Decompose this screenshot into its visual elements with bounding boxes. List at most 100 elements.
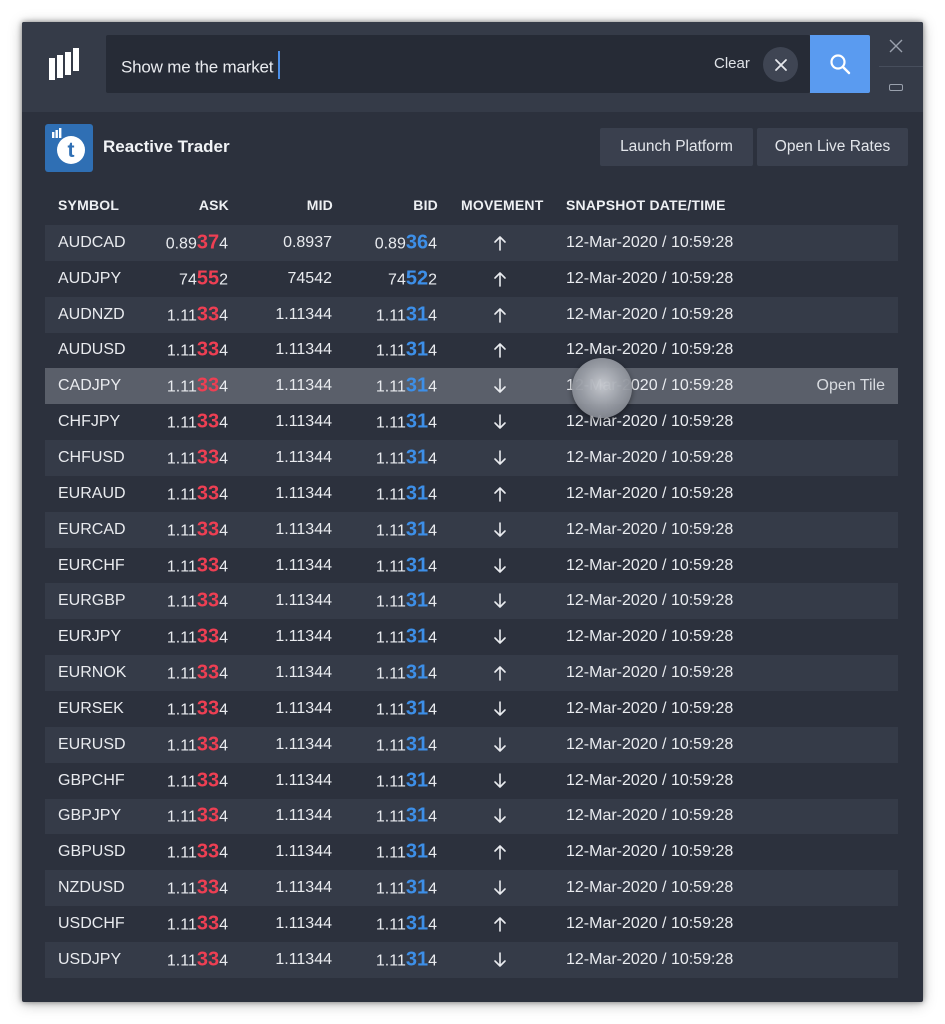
bid-big-figure: 1.11 xyxy=(375,558,406,576)
bid-big-figure: 1.11 xyxy=(375,916,406,934)
ask-fractional: 4 xyxy=(219,450,228,468)
arrow-up-icon xyxy=(494,236,506,251)
arrow-down-icon xyxy=(494,414,506,429)
bid-pips: 31 xyxy=(405,482,429,505)
clear-button[interactable] xyxy=(763,47,798,82)
bid-pips: 31 xyxy=(405,303,429,326)
bid-cell: 1.11314 xyxy=(376,912,437,935)
top-bar: Show me the market Clear xyxy=(22,22,923,112)
ask-pips: 33 xyxy=(196,374,220,397)
table-row[interactable]: GBPUSD 1.11334 1.11344 1.11314 12-Mar-2020 /… xyxy=(45,834,898,871)
ask-big-figure: 1.11 xyxy=(166,880,197,898)
table-row[interactable]: AUDCAD 0.89374 0.8937 0.89364 12-Mar-2020 / … xyxy=(45,225,898,261)
search-input[interactable]: Show me the market xyxy=(121,51,281,82)
search-box[interactable]: Show me the market Clear xyxy=(106,35,810,93)
bid-big-figure: 1.11 xyxy=(375,773,406,791)
ask-cell: 1.11334 xyxy=(167,339,228,362)
ask-big-figure: 1.11 xyxy=(166,307,197,325)
bid-fractional: 4 xyxy=(428,235,437,253)
ask-pips: 33 xyxy=(196,769,220,792)
table-row[interactable]: AUDJPY 74552 74542 74522 12-Mar-2020 / 10:59… xyxy=(45,260,898,297)
bid-big-figure: 1.11 xyxy=(375,844,406,862)
bid-fractional: 4 xyxy=(428,701,437,719)
table-row[interactable]: EURNOK 1.11334 1.11344 1.11314 12-Mar-2020 /… xyxy=(45,655,898,691)
clear-label[interactable]: Clear xyxy=(714,55,750,72)
launch-platform-button[interactable]: Launch Platform xyxy=(600,128,753,166)
symbol-cell: EURCAD xyxy=(58,520,126,538)
touch-indicator xyxy=(572,358,632,418)
ask-fractional: 4 xyxy=(219,235,228,253)
snapshot-datetime-cell: 12-Mar-2020 / 10:59:28 xyxy=(566,305,734,323)
table-row[interactable]: CADJPY 1.11334 1.11344 1.11314 12-Mar-2020 /… xyxy=(45,368,898,405)
bid-cell: 1.11314 xyxy=(376,948,437,971)
snapshot-datetime-cell: 12-Mar-2020 / 10:59:28 xyxy=(566,628,734,646)
arrow-down-icon xyxy=(494,450,506,465)
bid-pips: 31 xyxy=(405,912,429,935)
ask-cell: 1.11334 xyxy=(167,877,228,900)
table-row[interactable]: EURSEK 1.11334 1.11344 1.11314 12-Mar-2020 /… xyxy=(45,690,898,727)
ask-cell: 1.11334 xyxy=(167,375,228,398)
svg-text:t: t xyxy=(68,139,75,162)
table-row[interactable]: EURUSD 1.11334 1.11344 1.11314 12-Mar-2020 /… xyxy=(45,726,898,763)
bid-cell: 1.11314 xyxy=(376,662,437,685)
ask-cell: 1.11334 xyxy=(167,662,228,685)
table-row[interactable]: CHFJPY 1.11334 1.11344 1.11314 12-Mar-2020 /… xyxy=(45,404,898,441)
mid-cell: 1.11344 xyxy=(275,807,332,825)
ask-pips: 33 xyxy=(196,948,220,971)
table-row[interactable]: EURCHF 1.11334 1.11344 1.11314 12-Mar-2020 /… xyxy=(45,547,898,584)
ask-big-figure: 1.11 xyxy=(166,844,197,862)
table-row[interactable]: CHFUSD 1.11334 1.11344 1.11314 12-Mar-2020 /… xyxy=(45,440,898,476)
launcher-window: Show me the market Clear t Reactive Trad… xyxy=(22,22,923,1002)
ask-pips: 33 xyxy=(196,446,220,469)
arrow-down-icon xyxy=(494,593,506,609)
table-row[interactable]: USDCHF 1.11334 1.11344 1.11314 12-Mar-2020 /… xyxy=(45,906,898,942)
arrow-up-icon xyxy=(494,917,506,932)
ask-big-figure: 1.11 xyxy=(166,952,197,970)
mid-cell: 1.11344 xyxy=(275,735,332,753)
bid-big-figure: 1.11 xyxy=(375,593,406,611)
bid-pips: 52 xyxy=(405,267,429,290)
ask-big-figure: 1.11 xyxy=(166,558,197,576)
bid-cell: 0.89364 xyxy=(375,231,437,254)
bid-pips: 31 xyxy=(405,446,429,469)
bid-cell: 1.11314 xyxy=(376,303,437,326)
table-row[interactable]: USDJPY 1.11334 1.11344 1.11314 12-Mar-2020 /… xyxy=(45,941,898,978)
table-row[interactable]: NZDUSD 1.11334 1.11344 1.11314 12-Mar-2020 /… xyxy=(45,870,898,907)
bid-big-figure: 0.89 xyxy=(374,235,406,253)
bid-fractional: 4 xyxy=(428,844,437,862)
snapshot-datetime-cell: 12-Mar-2020 / 10:59:28 xyxy=(566,448,734,466)
ask-cell: 1.11334 xyxy=(167,912,228,935)
app-logo-icon[interactable] xyxy=(48,47,82,81)
search-button[interactable] xyxy=(810,35,870,93)
bid-cell: 1.11314 xyxy=(376,733,437,756)
bid-cell: 1.11314 xyxy=(376,518,437,541)
table-row[interactable]: GBPCHF 1.11334 1.11344 1.11314 12-Mar-2020 /… xyxy=(45,762,898,799)
snapshot-datetime-cell: 12-Mar-2020 / 10:59:28 xyxy=(566,233,734,251)
open-live-rates-button[interactable]: Open Live Rates xyxy=(757,128,908,166)
open-tile-button[interactable]: Open Tile xyxy=(817,377,885,395)
bid-pips: 31 xyxy=(405,661,429,684)
column-header-ask: ASK xyxy=(198,197,229,213)
table-row[interactable]: EURCAD 1.11334 1.11344 1.11314 12-Mar-2020 /… xyxy=(45,511,898,548)
ask-cell: 1.11334 xyxy=(167,805,228,828)
table-row[interactable]: AUDNZD 1.11334 1.11344 1.11314 12-Mar-2020 /… xyxy=(45,296,898,333)
reactive-trader-icon[interactable]: t xyxy=(45,124,93,172)
bid-pips: 31 xyxy=(405,625,429,648)
ask-big-figure: 1.11 xyxy=(166,629,197,647)
column-header-movement: MOVEMENT xyxy=(461,197,544,213)
minimize-icon[interactable] xyxy=(889,84,903,91)
window-close-icon[interactable] xyxy=(888,38,904,54)
ask-pips: 33 xyxy=(196,912,220,935)
mid-cell: 74542 xyxy=(287,269,333,287)
table-row[interactable]: AUDUSD 1.11334 1.11344 1.11314 12-Mar-2020 /… xyxy=(45,332,898,369)
ask-big-figure: 0.89 xyxy=(165,235,197,253)
table-row[interactable]: EURAUD 1.11334 1.11344 1.11314 12-Mar-2020 /… xyxy=(45,475,898,512)
arrow-down-icon xyxy=(494,880,506,895)
table-row[interactable]: GBPJPY 1.11334 1.11344 1.11314 12-Mar-2020 /… xyxy=(45,798,898,835)
ask-big-figure: 1.11 xyxy=(166,486,197,504)
bid-big-figure: 1.11 xyxy=(375,522,406,540)
table-row[interactable]: EURGBP 1.11334 1.11344 1.11314 12-Mar-2020 /… xyxy=(45,583,898,620)
table-row[interactable]: EURJPY 1.11334 1.11344 1.11314 12-Mar-2020 /… xyxy=(45,619,898,656)
bid-big-figure: 74 xyxy=(388,271,406,289)
ask-fractional: 4 xyxy=(219,522,228,540)
